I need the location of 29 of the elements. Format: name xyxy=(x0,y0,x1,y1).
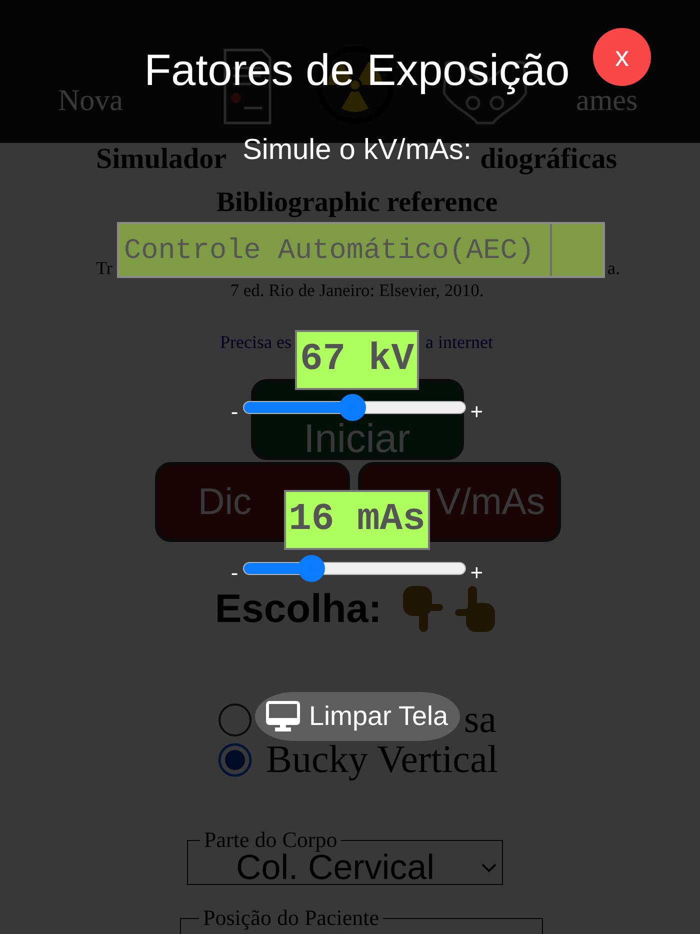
note-text: a internet xyxy=(425,332,493,352)
choose-label: Escolha: xyxy=(215,586,382,633)
minus-sign: - xyxy=(230,400,238,422)
slider-thumb[interactable] xyxy=(339,394,366,421)
clear-screen-button[interactable]: Limpar Tela xyxy=(254,692,460,741)
plus-sign: + xyxy=(470,562,484,584)
slider-thumb[interactable] xyxy=(298,555,326,582)
reference-text: a. xyxy=(608,258,620,278)
mode-select[interactable]: Controle Automático(AEC) xyxy=(117,222,605,278)
modal-title: Fatores de Exposição xyxy=(144,46,570,96)
monitor-icon xyxy=(266,701,300,732)
page-heading: Simulador xyxy=(96,143,227,175)
reference-text: 7 ed. Rio de Janeiro: Elsevier, 2010. xyxy=(230,280,484,300)
plus-sign: + xyxy=(470,400,484,422)
page-heading: diográficas xyxy=(480,143,617,175)
minus-sign: - xyxy=(230,562,238,584)
radio-label: Bucky Vertical xyxy=(266,740,498,780)
field-legend: Parte do Corpo xyxy=(200,828,342,852)
range-slider[interactable] xyxy=(243,555,466,582)
close-button[interactable]: x xyxy=(593,28,651,86)
reference-title: Bibliographic reference xyxy=(216,188,498,218)
range-slider[interactable] xyxy=(243,394,466,421)
value-display: 67 kV xyxy=(294,330,420,390)
note-text: Precisa es xyxy=(220,332,292,352)
field-legend: Posição do Paciente xyxy=(199,906,383,930)
reference-text: Tr xyxy=(96,258,112,278)
value-display: 16 mAs xyxy=(284,490,430,550)
radio-label: sa xyxy=(464,700,496,740)
modal-subtitle: Simule o kV/mAs: xyxy=(242,133,472,167)
